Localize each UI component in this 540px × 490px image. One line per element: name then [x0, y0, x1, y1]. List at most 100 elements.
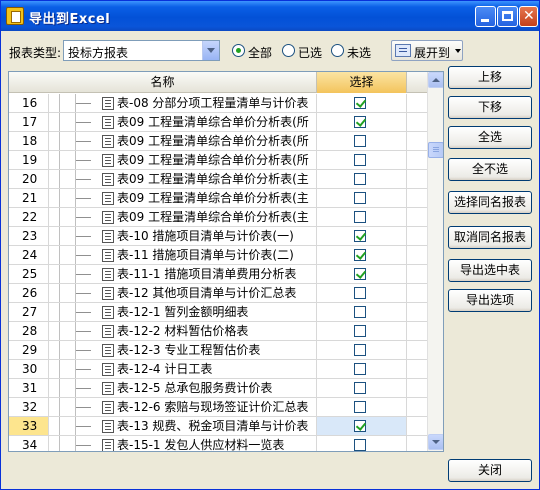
column-header-name[interactable]: 名称: [9, 72, 317, 93]
vertical-scrollbar[interactable]: [427, 72, 443, 451]
table-row[interactable]: 24 表-11 措施项目清单与计价表(二): [9, 246, 427, 265]
select-cell[interactable]: [317, 379, 407, 397]
select-checkbox[interactable]: [354, 173, 366, 185]
report-document-icon: [102, 344, 114, 357]
select-cell[interactable]: [317, 398, 407, 416]
export-options-button[interactable]: 导出选项: [448, 289, 532, 312]
tree-expand-icon: [395, 44, 411, 57]
select-all-button[interactable]: 全选: [448, 126, 532, 149]
table-row[interactable]: 20 表09 工程量清单综合单价分析表(主: [9, 170, 427, 189]
select-cell[interactable]: [317, 284, 407, 302]
select-cell[interactable]: [317, 417, 407, 435]
table-row[interactable]: 33 表-13 规费、税金项目清单与计价表: [9, 417, 427, 436]
scroll-up-icon[interactable]: [428, 72, 443, 88]
select-checkbox[interactable]: [354, 382, 366, 394]
select-cell[interactable]: [317, 360, 407, 378]
column-header-select[interactable]: 选择: [317, 72, 407, 93]
table-row[interactable]: 16 表-08 分部分项工程量清单与计价表: [9, 94, 427, 113]
select-checkbox[interactable]: [354, 249, 366, 261]
select-checkbox[interactable]: [354, 135, 366, 147]
report-document-icon: [102, 249, 114, 262]
radio-selected-dot[interactable]: [282, 44, 295, 57]
report-type-select[interactable]: 投标方报表: [63, 40, 220, 61]
select-cell[interactable]: [317, 227, 407, 245]
select-cell[interactable]: [317, 189, 407, 207]
report-document-icon: [102, 154, 114, 167]
select-same-name-button[interactable]: 选择同名报表: [448, 191, 532, 214]
table-row[interactable]: 31 表-12-5 总承包服务费计价表: [9, 379, 427, 398]
select-checkbox[interactable]: [354, 325, 366, 337]
table-row[interactable]: 23 表-10 措施项目清单与计价表(一): [9, 227, 427, 246]
select-checkbox[interactable]: [354, 268, 366, 280]
row-number: 18: [9, 132, 49, 150]
row-number: 20: [9, 170, 49, 188]
select-cell[interactable]: [317, 94, 407, 112]
radio-unselected-dot[interactable]: [331, 44, 344, 57]
report-name: 表-12-3 专业工程暂估价表: [117, 341, 317, 359]
table-row[interactable]: 17 表09 工程量清单综合单价分析表(所: [9, 113, 427, 132]
table-row[interactable]: 30 表-12-4 计日工表: [9, 360, 427, 379]
select-checkbox[interactable]: [354, 420, 366, 432]
report-type-value: 投标方报表: [68, 46, 129, 60]
table-row[interactable]: 26 表-12 其他项目清单与计价汇总表: [9, 284, 427, 303]
select-checkbox[interactable]: [354, 344, 366, 356]
close-button[interactable]: 关闭: [448, 459, 532, 482]
table-row[interactable]: 21 表09 工程量清单综合单价分析表(主: [9, 189, 427, 208]
title-bar[interactable]: 导出到Excel ✕: [1, 1, 539, 31]
radio-all-dot[interactable]: [232, 44, 245, 57]
scroll-thumb[interactable]: [428, 142, 443, 158]
table-row[interactable]: 29 表-12-3 专业工程暂估价表: [9, 341, 427, 360]
select-checkbox[interactable]: [354, 306, 366, 318]
chevron-down-icon[interactable]: [202, 41, 219, 60]
select-checkbox[interactable]: [354, 439, 366, 451]
close-window-button[interactable]: ✕: [519, 6, 538, 27]
select-cell[interactable]: [317, 113, 407, 131]
select-checkbox[interactable]: [354, 287, 366, 299]
select-cell[interactable]: [317, 170, 407, 188]
table-row[interactable]: 28 表-12-2 材料暂估价格表: [9, 322, 427, 341]
table-row[interactable]: 34 表-15-1 发包人供应材料一览表: [9, 436, 427, 451]
table-row[interactable]: 19 表09 工程量清单综合单价分析表(所: [9, 151, 427, 170]
select-none-button[interactable]: 全不选: [448, 158, 532, 181]
move-up-button[interactable]: 上移: [448, 66, 532, 89]
select-cell[interactable]: [317, 341, 407, 359]
cancel-same-name-button[interactable]: 取消同名报表: [448, 226, 532, 249]
table-row[interactable]: 22 表09 工程量清单综合单价分析表(主: [9, 208, 427, 227]
select-cell[interactable]: [317, 246, 407, 264]
scroll-down-icon[interactable]: [428, 434, 443, 450]
select-cell[interactable]: [317, 322, 407, 340]
select-cell[interactable]: [317, 265, 407, 283]
minimize-button[interactable]: [475, 6, 496, 27]
select-checkbox[interactable]: [354, 154, 366, 166]
select-cell[interactable]: [317, 303, 407, 321]
select-cell[interactable]: [317, 132, 407, 150]
maximize-button[interactable]: [497, 6, 518, 27]
select-cell[interactable]: [317, 151, 407, 169]
report-type-label: 报表类型:: [9, 46, 62, 60]
tree-line: [59, 265, 60, 283]
tree-line: [59, 227, 60, 245]
select-cell[interactable]: [317, 436, 407, 451]
expand-to-button[interactable]: 展开到: [391, 40, 463, 61]
row-number: 16: [9, 94, 49, 112]
select-checkbox[interactable]: [354, 97, 366, 109]
report-name: 表-10 措施项目清单与计价表(一): [117, 227, 317, 245]
select-checkbox[interactable]: [354, 116, 366, 128]
table-row[interactable]: 27 表-12-1 暂列金额明细表: [9, 303, 427, 322]
move-down-button[interactable]: 下移: [448, 96, 532, 119]
select-checkbox[interactable]: [354, 401, 366, 413]
row-number: 31: [9, 379, 49, 397]
tree-branch: [76, 426, 91, 427]
app-icon: [6, 7, 24, 25]
select-checkbox[interactable]: [354, 192, 366, 204]
table-row[interactable]: 25 表-11-1 措施项目清单费用分析表: [9, 265, 427, 284]
row-number: 30: [9, 360, 49, 378]
export-selected-button[interactable]: 导出选中表: [448, 259, 532, 282]
select-checkbox[interactable]: [354, 230, 366, 242]
tree-line: [59, 113, 60, 131]
select-checkbox[interactable]: [354, 211, 366, 223]
table-row[interactable]: 18 表09 工程量清单综合单价分析表(所: [9, 132, 427, 151]
select-checkbox[interactable]: [354, 363, 366, 375]
select-cell[interactable]: [317, 208, 407, 226]
table-row[interactable]: 32 表-12-6 索赔与现场签证计价汇总表: [9, 398, 427, 417]
